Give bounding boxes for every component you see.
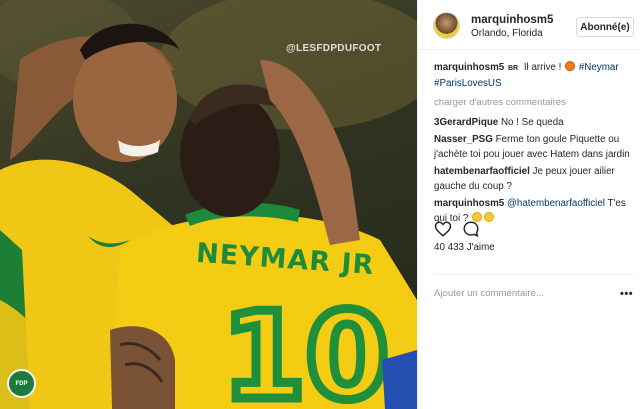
- comments-section: marquinhosm5 BR Il arrive ! #Neymar #Par…: [434, 60, 634, 228]
- likes-count[interactable]: 40 433 J'aime: [434, 242, 495, 253]
- vertical-divider: [417, 0, 418, 409]
- caption-username[interactable]: marquinhosm5: [434, 62, 504, 73]
- heart-icon[interactable]: [434, 220, 452, 238]
- horizontal-divider: [434, 274, 634, 275]
- hashtag-parislovesus[interactable]: #ParisLovesUS: [434, 78, 502, 89]
- following-button[interactable]: Abonné(e): [576, 17, 634, 37]
- header-username[interactable]: marquinhosm5: [471, 14, 553, 26]
- comment-text: No ! Se queda: [500, 117, 564, 128]
- country-badge: BR: [507, 65, 519, 72]
- comment-username[interactable]: marquinhosm5: [434, 198, 504, 209]
- hashtag-neymar[interactable]: #Neymar: [579, 62, 619, 73]
- photo-illustration: 10: [0, 0, 417, 409]
- comment-username[interactable]: 3GerardPique: [434, 117, 498, 128]
- fdp-logo-text: FDP: [15, 380, 28, 387]
- add-comment-input[interactable]: [434, 288, 604, 299]
- comment-mention[interactable]: @hatembenarfaofficiel: [507, 198, 605, 209]
- post-header: marquinhosm5 Orlando, Florida Abonné(e): [418, 0, 640, 50]
- likes-number: 40 433: [434, 242, 464, 253]
- comment-item: 3GerardPique No ! Se queda: [434, 115, 634, 130]
- caption-text: Il arrive !: [523, 62, 562, 73]
- likes-label: J'aime: [466, 242, 495, 253]
- photo-watermark: @LESFDPDUFOOT: [286, 43, 382, 54]
- load-more-comments-link[interactable]: charger d'autres commentaires: [434, 95, 634, 110]
- comment-username[interactable]: Nasser_PSG: [434, 134, 493, 145]
- fdp-logo: FDP: [7, 369, 36, 398]
- fire-emoji: [565, 61, 576, 71]
- comment-item: Nasser_PSG Ferme ton goule Piquette ou j…: [434, 132, 634, 162]
- avatar[interactable]: [433, 12, 460, 39]
- post-photo[interactable]: 10 @LESFDPDUFOOT NEYMAR JR FDP: [0, 0, 417, 409]
- comment-item: hatembenarfaofficiel Je peux jouer ailie…: [434, 164, 634, 194]
- post-location[interactable]: Orlando, Florida: [471, 28, 543, 39]
- more-options-icon[interactable]: •••: [620, 288, 633, 300]
- comment-username[interactable]: hatembenarfaofficiel: [434, 166, 530, 177]
- caption: marquinhosm5 BR Il arrive ! #Neymar #Par…: [434, 60, 634, 91]
- post-actions: [434, 220, 634, 238]
- svg-text:10: 10: [222, 288, 389, 409]
- comment-icon[interactable]: [462, 220, 480, 238]
